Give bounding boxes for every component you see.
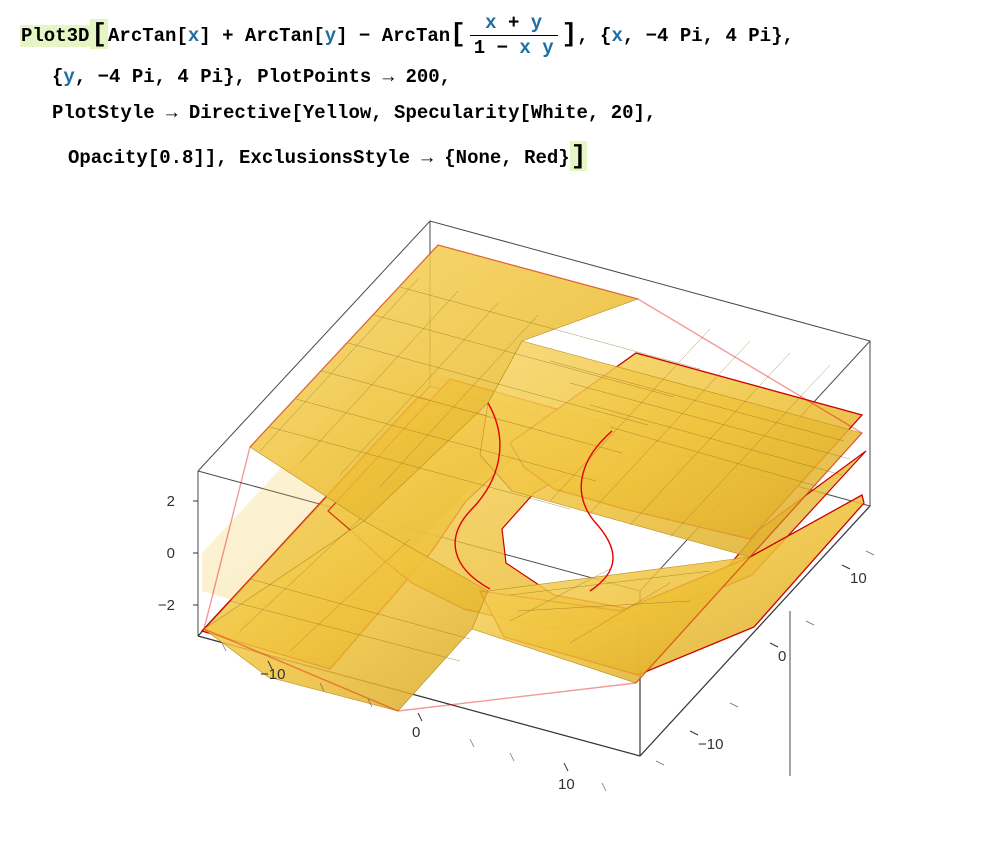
y-tick-10: 10 <box>850 570 867 587</box>
flat-panels <box>204 245 862 711</box>
fraction: x + y1 − x y <box>470 13 558 60</box>
func-arctan-2: ArcTan <box>245 25 313 47</box>
big-bracket-open: [ <box>90 19 108 49</box>
var-y: y <box>325 25 336 47</box>
x-tick-0: 0 <box>412 724 420 741</box>
big-bracket-close: ] <box>570 141 588 171</box>
code-line-2: {y, −4 Pi, 4 Pi}, PlotPoints → 200, <box>20 59 966 95</box>
y-tick-0: 0 <box>778 648 786 665</box>
func-plot3d: Plot3D <box>20 25 90 47</box>
func-arctan-1: ArcTan <box>108 25 176 47</box>
z-tick-0: 0 <box>167 545 175 562</box>
code-line-4: Opacity[0.8]], ExclusionsStyle → {None, … <box>20 132 966 181</box>
var-x: x <box>188 25 199 47</box>
code-line-1: Plot3D[ArcTan[x] + ArcTan[y] − ArcTan[x … <box>20 10 966 59</box>
func-arctan-3: ArcTan <box>382 25 450 47</box>
input-cell[interactable]: Plot3D[ArcTan[x] + ArcTan[y] − ArcTan[x … <box>20 10 966 181</box>
z-tick-2: 2 <box>167 493 175 510</box>
code-line-3: PlotStyle → Directive[Yellow, Specularit… <box>20 95 966 131</box>
y-tick-neg10: −10 <box>698 736 723 753</box>
x-tick-10: 10 <box>558 776 575 793</box>
z-axis: 2 0 −2 <box>158 493 198 614</box>
z-tick-neg2: −2 <box>158 597 175 614</box>
plot3d-svg: 2 0 −2 <box>150 191 890 831</box>
x-tick-neg10: −10 <box>260 666 285 683</box>
plot3d-output[interactable]: 2 0 −2 <box>150 191 890 831</box>
